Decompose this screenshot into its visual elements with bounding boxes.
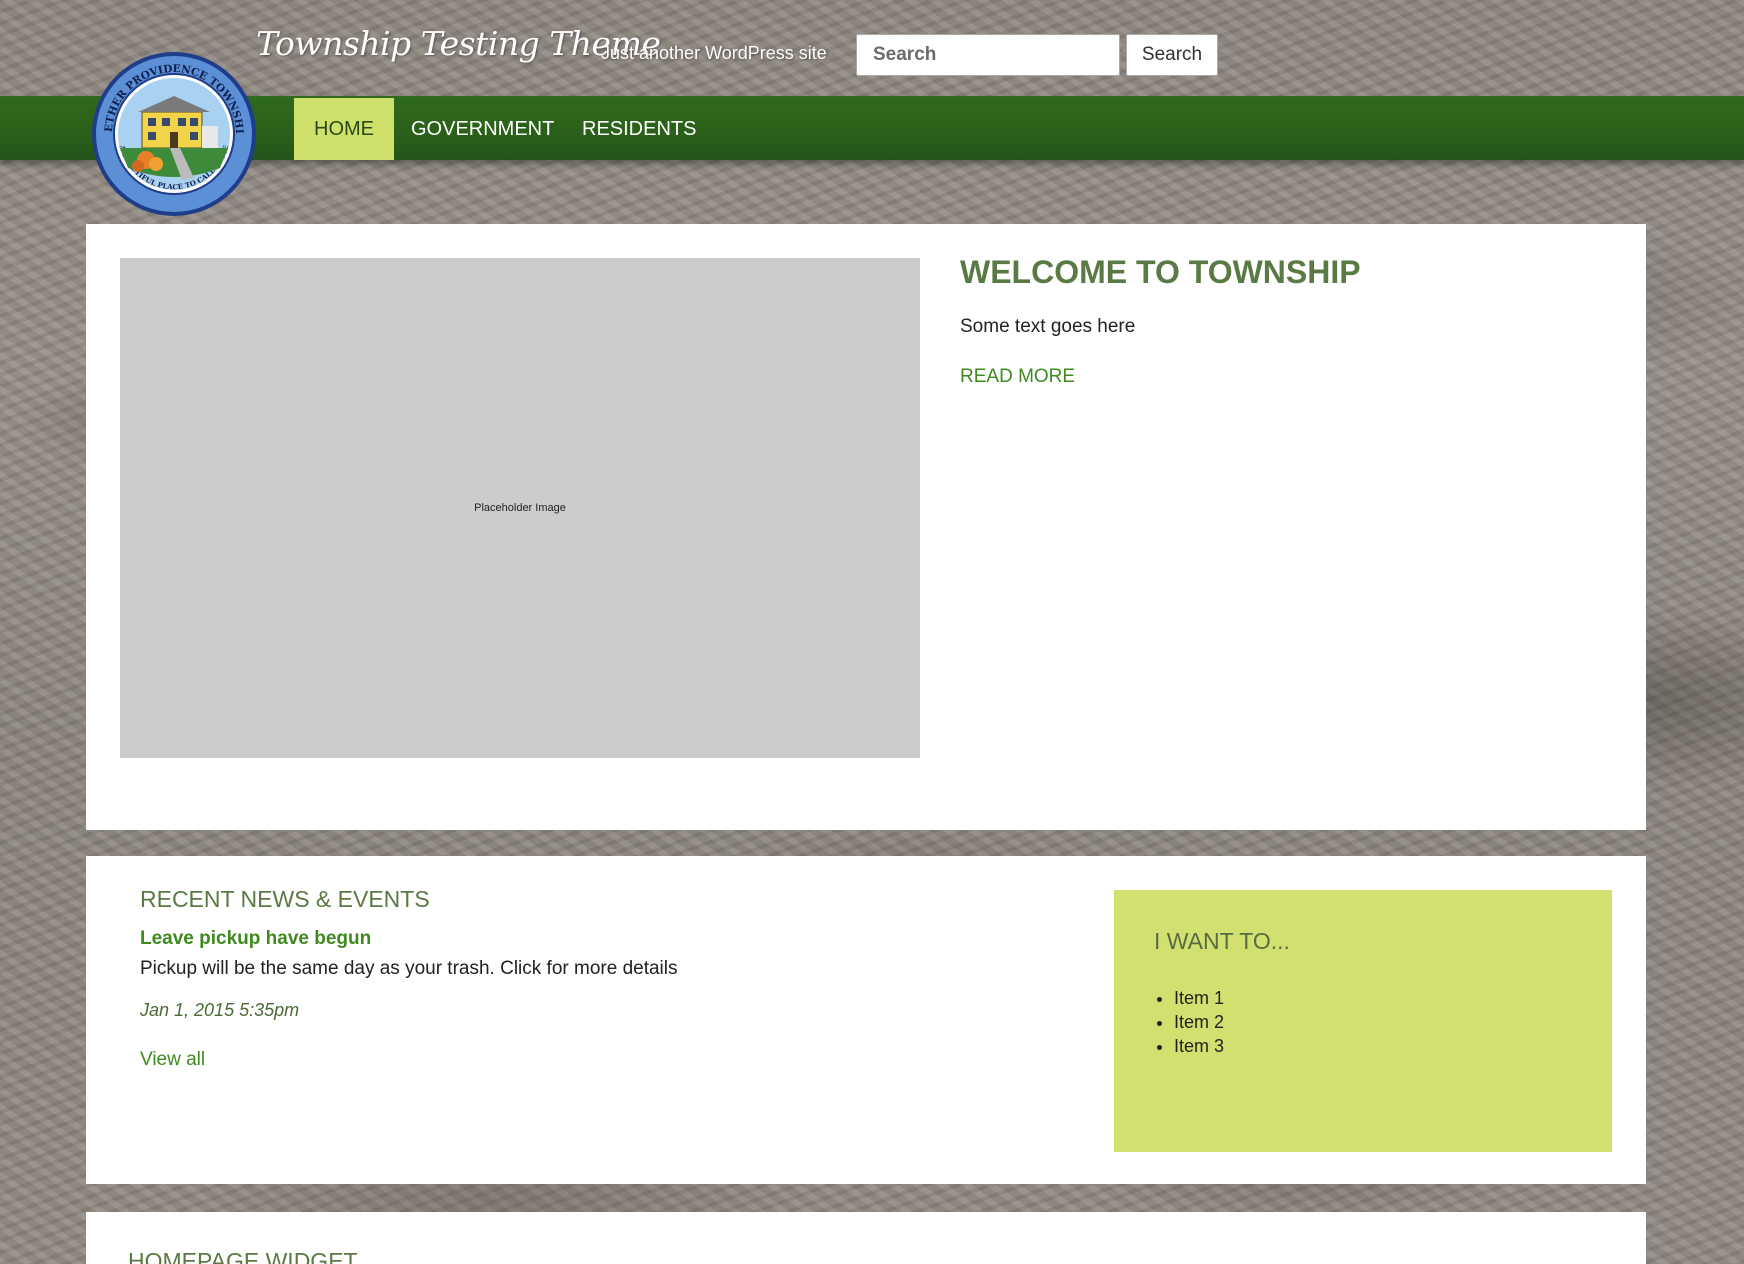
welcome-heading: WELCOME TO TOWNSHIP (960, 254, 1361, 290)
placeholder-image-label: Placeholder Image (474, 502, 566, 514)
i-want-to-box: I WANT TO... Item 1 Item 2 Item 3 (1114, 890, 1612, 1152)
main-navigation-bar (0, 96, 1744, 160)
i-want-to-item-2[interactable]: Item 2 (1174, 1010, 1224, 1034)
placeholder-image: Placeholder Image (120, 258, 920, 758)
site-title[interactable]: Township Testing Theme (256, 24, 661, 63)
i-want-to-item-3[interactable]: Item 3 (1174, 1034, 1224, 1058)
nav-item-residents[interactable]: RESIDENTS (562, 98, 716, 160)
homepage-widget-heading: HOMEPAGE WIDGET (128, 1248, 358, 1264)
news-item-date: Jan 1, 2015 5:35pm (140, 1000, 300, 1020)
news-item-headline-link[interactable]: Leave pickup have begun (140, 928, 371, 950)
welcome-text: Some text goes here (960, 316, 1136, 337)
homepage-widget-panel: HOMEPAGE WIDGET (86, 1212, 1646, 1264)
i-want-to-item-1[interactable]: Item 1 (1174, 986, 1224, 1010)
news-panel: RECENT NEWS & EVENTS Leave pickup have b… (86, 856, 1646, 1184)
nav-item-government[interactable]: GOVERNMENT (391, 98, 574, 160)
read-more-link[interactable]: READ MORE (960, 366, 1075, 388)
news-item-summary: Pickup will be the same day as your tras… (140, 958, 678, 979)
nav-item-home[interactable]: HOME (294, 98, 394, 160)
view-all-link[interactable]: View all (140, 1049, 205, 1071)
i-want-to-list: Item 1 Item 2 Item 3 (1146, 986, 1224, 1058)
site-tagline: Just another WordPress site (601, 43, 827, 63)
search-button[interactable]: Search (1126, 34, 1218, 76)
recent-news-heading: RECENT NEWS & EVENTS (140, 886, 430, 912)
search-input[interactable] (856, 34, 1120, 76)
i-want-to-heading: I WANT TO... (1154, 928, 1290, 954)
hero-panel: Placeholder Image WELCOME TO TOWNSHIP So… (86, 224, 1646, 830)
township-seal-logo[interactable]: NETHER PROVIDENCE TOWNSHIP A BEAUTIFUL P… (90, 50, 258, 218)
